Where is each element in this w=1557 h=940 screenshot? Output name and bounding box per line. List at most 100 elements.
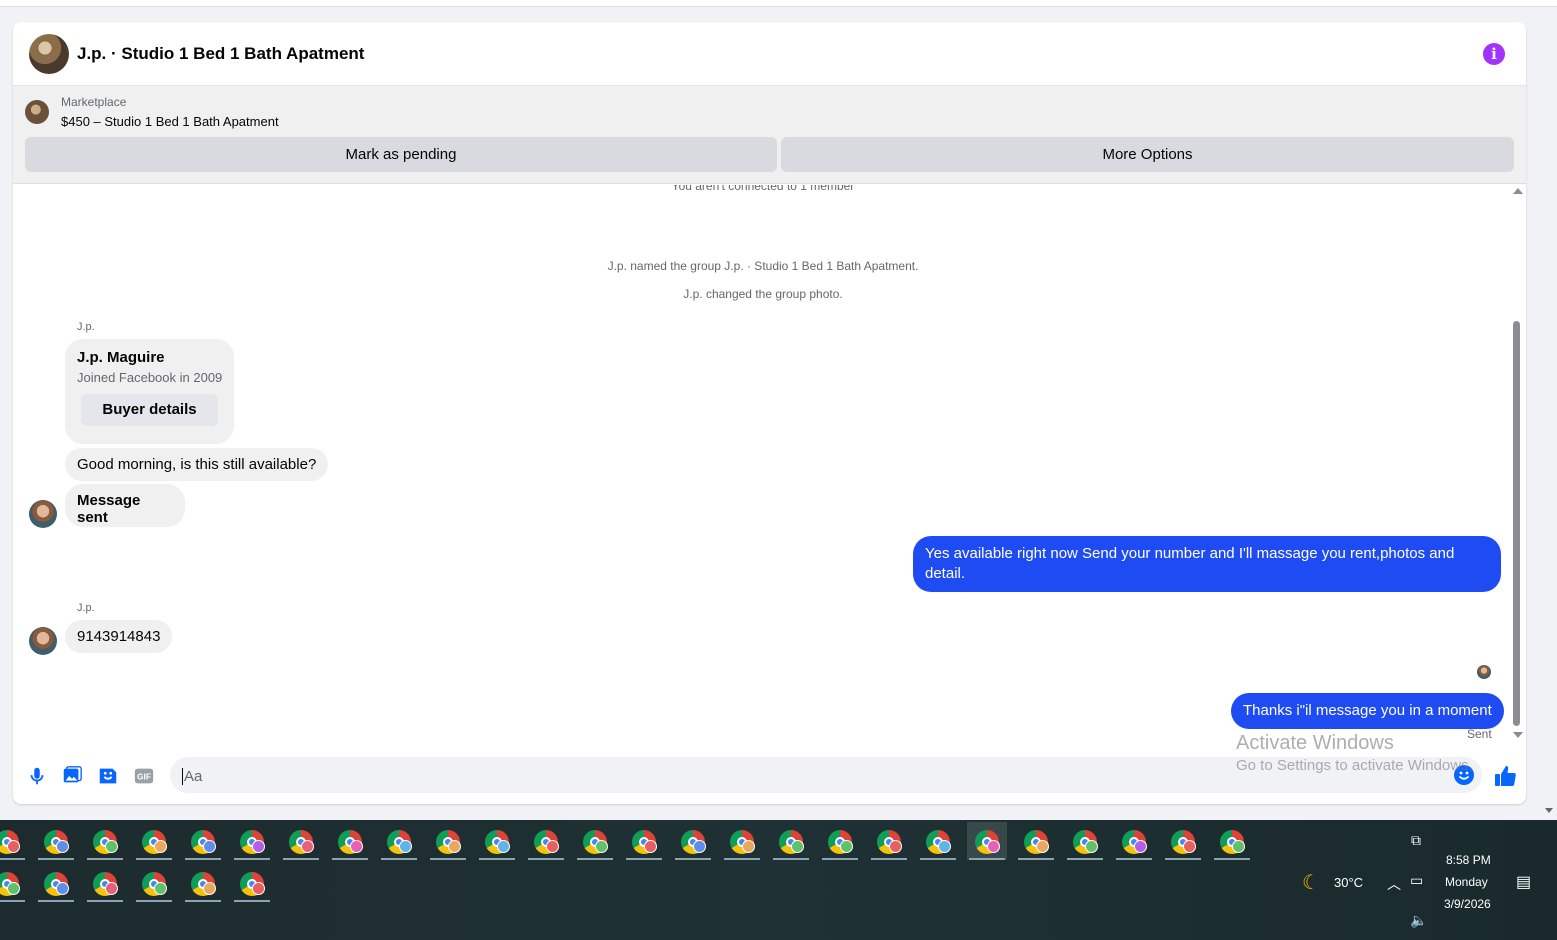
weather-moon-icon[interactable]: ☾ [1302, 870, 1320, 895]
chrome-taskbar-button[interactable] [36, 864, 76, 902]
profile-badge-icon [56, 882, 69, 895]
weather-temperature[interactable]: 30°C [1334, 875, 1363, 890]
listing-thumbnail[interactable] [25, 100, 49, 124]
outgoing-message[interactable]: Thanks i"il message you in a moment [1231, 693, 1504, 729]
chrome-taskbar-button[interactable] [134, 822, 174, 860]
clock-time[interactable]: 8:58 PM [1446, 853, 1491, 867]
chrome-taskbar-button[interactable] [1114, 822, 1154, 860]
profile-badge-icon [399, 840, 412, 853]
chrome-taskbar-button[interactable] [183, 864, 223, 902]
running-indicator [1214, 858, 1250, 860]
chrome-taskbar-button[interactable] [232, 822, 272, 860]
running-indicator [136, 858, 172, 860]
chrome-taskbar-button[interactable] [624, 822, 664, 860]
chrome-taskbar-button[interactable] [379, 822, 419, 860]
chrome-taskbar-button[interactable] [918, 822, 958, 860]
chrome-taskbar-button[interactable] [869, 822, 909, 860]
chrome-taskbar-button[interactable] [183, 822, 223, 860]
chrome-taskbar-button[interactable] [1016, 822, 1056, 860]
buyer-details-button[interactable]: Buyer details [81, 394, 218, 426]
chrome-taskbar-button[interactable] [575, 822, 615, 860]
chrome-taskbar-button[interactable] [1212, 822, 1252, 860]
activate-windows-title: Activate Windows [1236, 732, 1394, 754]
running-indicator [1067, 858, 1103, 860]
volume-icon[interactable]: 🔈 [1410, 912, 1427, 929]
chat-panel: J.p. · Studio 1 Bed 1 Bath Apatment i Ma… [13, 22, 1526, 804]
outgoing-message[interactable]: Yes available right now Send your number… [913, 536, 1501, 592]
gif-icon[interactable]: GIF [133, 765, 155, 787]
buyer-joined: Joined Facebook in 2009 [77, 370, 223, 385]
profile-badge-icon [154, 840, 167, 853]
running-indicator [626, 858, 662, 860]
chrome-taskbar-button[interactable] [232, 864, 272, 902]
meet-now-icon[interactable]: ⧉ [1411, 832, 1421, 849]
chrome-taskbar-button[interactable] [820, 822, 860, 860]
chrome-taskbar-button[interactable] [771, 822, 811, 860]
chrome-taskbar-button[interactable] [0, 864, 27, 902]
profile-badge-icon [154, 882, 167, 895]
chrome-taskbar-button[interactable] [967, 822, 1007, 860]
info-icon[interactable]: i [1483, 43, 1505, 65]
running-indicator [185, 858, 221, 860]
incoming-message[interactable]: 9143914843 [65, 620, 173, 653]
scroll-thumb[interactable] [1513, 321, 1520, 726]
chrome-taskbar-button[interactable] [330, 822, 370, 860]
incoming-message[interactable]: Message sent [65, 484, 185, 527]
incoming-message[interactable]: Good morning, is this still available? [65, 448, 329, 481]
profile-badge-icon [1036, 840, 1049, 853]
chrome-taskbar-button[interactable] [1065, 822, 1105, 860]
chrome-taskbar-button[interactable] [85, 864, 125, 902]
page-scroll-down-arrow[interactable] [1545, 808, 1553, 813]
sticker-icon[interactable] [97, 765, 119, 787]
chrome-taskbar-button[interactable] [281, 822, 321, 860]
running-indicator [185, 900, 221, 902]
chrome-taskbar-button[interactable] [526, 822, 566, 860]
running-indicator [773, 858, 809, 860]
running-indicator [479, 858, 515, 860]
clock-date[interactable]: 3/9/2026 [1444, 897, 1491, 911]
network-icon[interactable]: ▭ [1410, 872, 1423, 889]
windows-taskbar: ⧉ ☾ 30°C ︿ ▭ 🔈 8:58 PM Monday 3/9/2026 ▤ [0, 820, 1557, 940]
chrome-taskbar-button[interactable] [1163, 822, 1203, 860]
mark-as-pending-button[interactable]: Mark as pending [25, 137, 777, 172]
group-avatar[interactable] [29, 34, 69, 74]
running-indicator [38, 900, 74, 902]
chat-title[interactable]: J.p. · Studio 1 Bed 1 Bath Apatment [77, 44, 364, 64]
show-hidden-icons-chevron-icon[interactable]: ︿ [1387, 874, 1401, 894]
profile-badge-icon [1085, 840, 1098, 853]
running-indicator [234, 900, 270, 902]
system-message: J.p. changed the group photo. [683, 287, 843, 301]
running-indicator [724, 858, 760, 860]
activate-windows-subtitle: Go to Settings to activate Windows. [1236, 757, 1473, 774]
chat-header: J.p. · Studio 1 Bed 1 Bath Apatment i [13, 22, 1526, 86]
sender-avatar[interactable] [29, 500, 57, 528]
running-indicator [1165, 858, 1201, 860]
scroll-up-arrow[interactable] [1513, 188, 1523, 194]
running-indicator [87, 900, 123, 902]
profile-badge-icon [791, 840, 804, 853]
chrome-taskbar-button[interactable] [722, 822, 762, 860]
chrome-taskbar-button[interactable] [85, 822, 125, 860]
system-message: You aren't connected to 1 member [671, 185, 855, 193]
profile-badge-icon [203, 840, 216, 853]
profile-badge-icon [987, 840, 1000, 853]
chrome-taskbar-button[interactable] [428, 822, 468, 860]
system-message: J.p. named the group J.p. · Studio 1 Bed… [607, 259, 919, 273]
chrome-taskbar-button[interactable] [36, 822, 76, 860]
photo-icon[interactable] [61, 765, 83, 787]
chrome-taskbar-button[interactable] [673, 822, 713, 860]
clock-day[interactable]: Monday [1445, 875, 1488, 889]
sender-avatar[interactable] [29, 627, 57, 655]
more-options-button[interactable]: More Options [781, 137, 1514, 172]
microphone-icon[interactable] [26, 765, 48, 787]
thumbs-up-icon[interactable] [1493, 764, 1517, 788]
sender-name: J.p. [77, 602, 95, 614]
listing-title[interactable]: $450 – Studio 1 Bed 1 Bath Apatment [61, 114, 279, 129]
message-scrollbar[interactable] [1510, 185, 1523, 755]
scroll-down-arrow[interactable] [1513, 732, 1523, 738]
chrome-taskbar-button[interactable] [477, 822, 517, 860]
profile-badge-icon [7, 882, 20, 895]
notifications-icon[interactable]: ▤ [1516, 872, 1531, 892]
chrome-taskbar-button[interactable] [0, 822, 27, 860]
chrome-taskbar-button[interactable] [134, 864, 174, 902]
